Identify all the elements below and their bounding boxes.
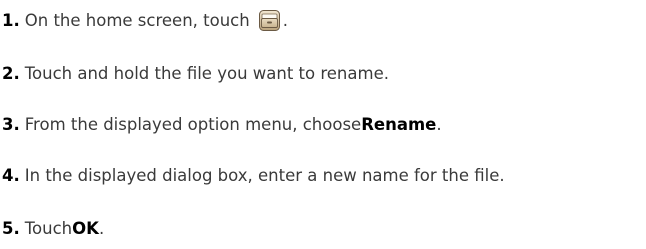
step-text-end: . [282,10,288,30]
step-1: 1 On the home screen, touch [2,6,288,34]
step-2: 2 Touch and hold the file you want to re… [2,59,389,87]
step-text: Touch and hold the file you want to rena… [24,63,389,83]
step-4: 4 In the displayed dialog box, enter a n… [2,161,505,189]
file-manager-icon [258,9,280,31]
step-number: 1 [2,11,20,30]
step-number: 5 [2,219,20,238]
step-text: Touch [24,218,73,238]
rename-option-label: Rename [361,114,437,134]
step-text: From the displayed option menu, choose [24,114,362,134]
step-text-end: . [436,114,442,134]
step-text: In the displayed dialog box, enter a new… [24,165,505,185]
step-5: 5 Touch OK . [2,214,104,242]
step-number: 3 [2,115,20,134]
step-number: 2 [2,64,20,83]
step-3: 3 From the displayed option menu, choose… [2,110,442,138]
step-number: 4 [2,166,20,185]
step-text-end: . [98,218,105,238]
ok-button-label: OK [72,218,99,238]
step-text: On the home screen, touch [24,10,250,30]
